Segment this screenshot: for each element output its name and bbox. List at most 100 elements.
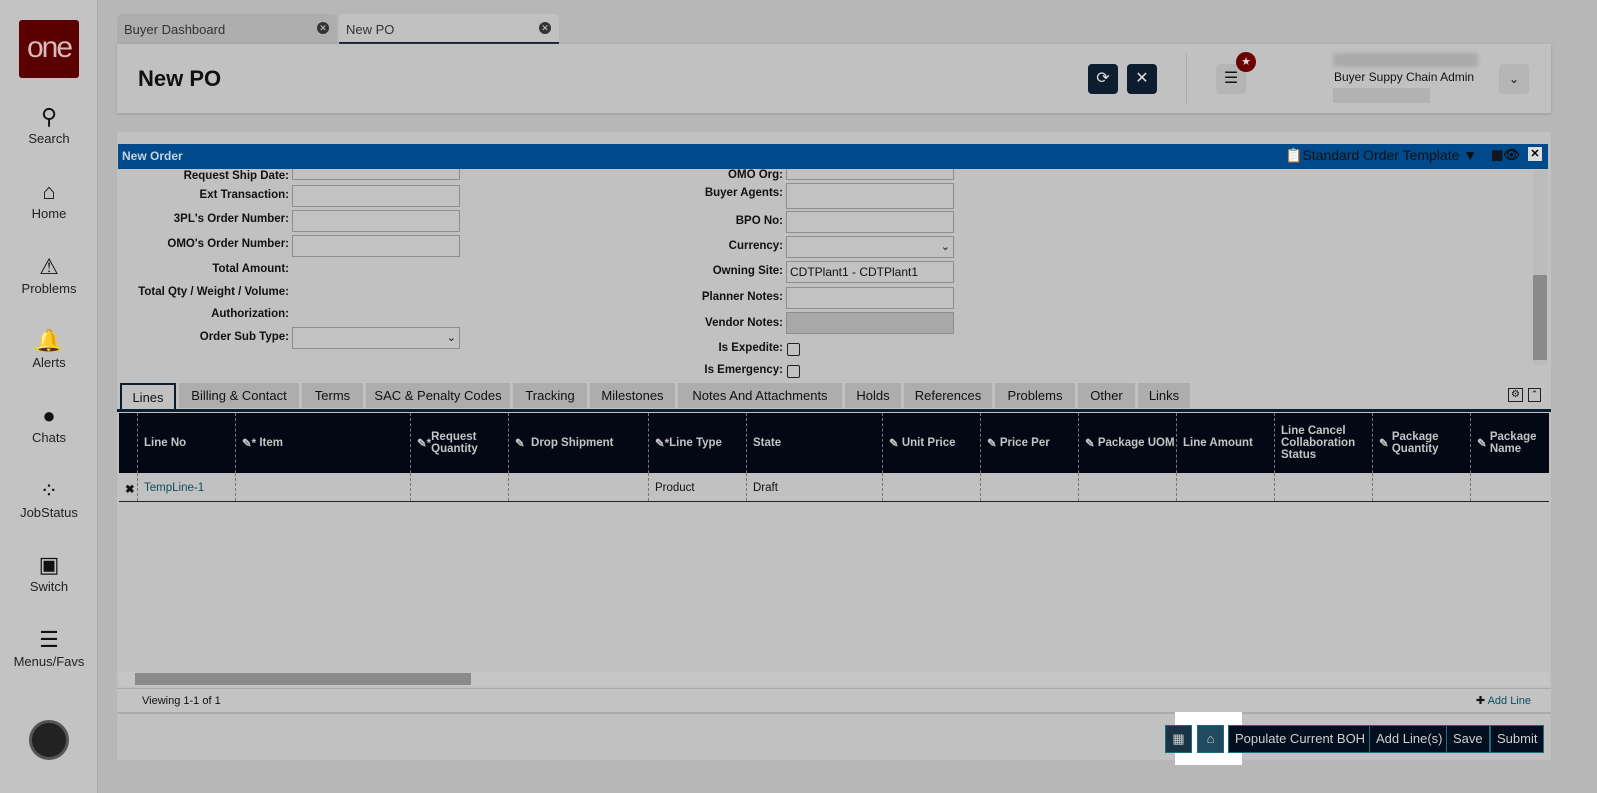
is-expedite-checkbox[interactable] — [787, 343, 800, 356]
tab-terms[interactable]: Terms — [302, 383, 363, 408]
logo[interactable]: one — [19, 20, 79, 78]
cell[interactable] — [508, 473, 648, 501]
nav-chats[interactable]: ● Chats — [0, 402, 98, 445]
close-button[interactable]: ✕ — [1127, 64, 1157, 94]
nav-problems[interactable]: ⚠ Problems — [0, 253, 98, 296]
tab-holds[interactable]: Holds — [845, 383, 901, 408]
3pl-order-number-input[interactable] — [292, 210, 460, 232]
col-line-no[interactable]: Line No — [137, 413, 235, 473]
avatar[interactable] — [29, 720, 69, 760]
col-package-quantity[interactable]: ✎ Package Quantity — [1372, 413, 1470, 473]
template-select[interactable]: 📋Standard Order Template ▼ — [1285, 147, 1477, 164]
cell-line-type[interactable]: Product — [648, 473, 746, 501]
menu-icon: ☰ — [39, 627, 59, 652]
tab-lines[interactable]: Lines — [120, 383, 176, 410]
col-package-uom[interactable]: ✎ Package UOM — [1078, 413, 1176, 473]
field-label: Currency: — [728, 240, 783, 252]
nav-search[interactable]: ⚲ Search — [0, 103, 98, 146]
nav-menus-favs[interactable]: ☰ Menus/Favs — [0, 626, 98, 669]
nav-label: Home — [31, 206, 67, 221]
col-label: Request Quantity — [431, 431, 478, 455]
line-no-link[interactable]: TempLine-1 — [137, 473, 235, 501]
hierarchy-icon[interactable]: ▦👁 — [1491, 147, 1520, 163]
field-label: Request Ship Date: — [183, 170, 289, 182]
ext-transaction-input[interactable] — [292, 185, 460, 207]
col-line-type[interactable]: ✎* Line Type — [648, 413, 746, 473]
tab-sac-penalty-codes[interactable]: SAC & Penalty Codes — [366, 383, 510, 408]
warehouse-button[interactable]: ⌂ — [1197, 725, 1224, 753]
cell[interactable] — [1470, 473, 1549, 501]
tab-label: Buyer Dashboard — [124, 22, 226, 37]
col-unit-price[interactable]: ✎ Unit Price — [882, 413, 980, 473]
nav-switch[interactable]: ▣ Switch — [0, 551, 98, 594]
grid-settings-icon[interactable]: ⚙ — [1508, 388, 1523, 402]
tab-problems[interactable]: Problems — [995, 383, 1075, 408]
order-sub-type-select[interactable]: ⌄ — [292, 327, 460, 349]
cell[interactable] — [1078, 473, 1176, 501]
cell[interactable] — [1372, 473, 1470, 501]
add-line-label: Add Line — [1487, 695, 1531, 707]
col-request-quantity[interactable]: ✎* Request Quantity — [410, 413, 508, 473]
form-scrollbar[interactable] — [1533, 170, 1547, 365]
buyer-agents-input[interactable] — [786, 183, 954, 209]
omo-order-number-input[interactable] — [292, 235, 460, 257]
cell[interactable] — [410, 473, 508, 501]
col-package-name[interactable]: ✎ Package Name — [1470, 413, 1549, 473]
col-drop-shipment[interactable]: ✎ Drop Shipment — [508, 413, 648, 473]
cell[interactable] — [980, 473, 1078, 501]
add-line-link[interactable]: ✚ Add Line — [1476, 694, 1531, 707]
tab-tracking[interactable]: Tracking — [513, 383, 587, 408]
save-button[interactable]: Save — [1446, 725, 1490, 753]
tab-buyer-dashboard[interactable]: Buyer Dashboard ✕ — [117, 14, 337, 44]
cell — [1176, 473, 1274, 501]
cell[interactable] — [235, 473, 410, 501]
col-price-per[interactable]: ✎ Price Per — [980, 413, 1078, 473]
tab-billing-contact[interactable]: Billing & Contact — [179, 383, 299, 408]
collapse-icon[interactable]: ⌃ — [1528, 388, 1541, 402]
nav-alerts[interactable]: 🔔 Alerts — [0, 327, 98, 370]
col-line-amount[interactable]: Line Amount — [1176, 413, 1274, 473]
request-ship-date-input[interactable] — [292, 169, 460, 180]
tab-references[interactable]: References — [904, 383, 992, 408]
tab-milestones[interactable]: Milestones — [590, 383, 675, 408]
field-label: Is Expedite: — [718, 342, 783, 354]
nav-home[interactable]: ⌂ Home — [0, 178, 98, 221]
add-lines-button[interactable]: Add Line(s) — [1369, 725, 1450, 753]
close-tab-icon[interactable]: ✕ — [539, 22, 551, 34]
horizontal-scrollbar[interactable] — [119, 672, 1549, 686]
tab-links[interactable]: Links — [1138, 383, 1190, 408]
col-state[interactable]: State — [746, 413, 882, 473]
tab-other[interactable]: Other — [1078, 383, 1135, 408]
close-tab-icon[interactable]: ✕ — [317, 22, 329, 34]
edit-icon: ✎ — [1085, 438, 1098, 450]
plus-circle-icon: ✚ — [1475, 695, 1486, 707]
is-emergency-checkbox[interactable] — [787, 365, 800, 378]
currency-select[interactable]: ⌄ — [786, 236, 954, 258]
template-label: Standard Order Template — [1302, 147, 1460, 163]
close-form-icon[interactable]: ✕ — [1528, 147, 1542, 161]
nav-label: Chats — [32, 430, 66, 445]
tab-new-po[interactable]: New PO ✕ — [339, 14, 559, 44]
col-label: Package Name — [1489, 431, 1537, 455]
owning-site-input[interactable]: CDTPlant1 - CDTPlant1 — [786, 261, 954, 283]
col-item[interactable]: ✎* Item — [235, 413, 410, 473]
col-line-cancel-status[interactable]: Line Cancel Collaboration Status — [1274, 413, 1372, 473]
tab-notes-attachments[interactable]: Notes And Attachments — [678, 383, 842, 408]
omo-org-input[interactable] — [786, 169, 954, 180]
populate-current-boh-button[interactable]: Populate Current BOH — [1228, 725, 1373, 753]
edit-icon: ✎ — [1379, 438, 1392, 450]
planner-notes-input[interactable] — [786, 287, 954, 309]
nav-jobstatus[interactable]: ⁘ JobStatus — [0, 477, 98, 520]
submit-button[interactable]: Submit — [1490, 725, 1545, 753]
order-panel: New Order 📋Standard Order Template ▼ ▦👁 … — [117, 132, 1551, 765]
refresh-button[interactable]: ⟳ — [1088, 64, 1118, 94]
page-header: New PO ⟳ ✕ ☰ ★ Buyer Suppy Chain Admin ⌄ — [117, 44, 1551, 113]
user-dropdown-button[interactable]: ⌄ — [1499, 64, 1529, 94]
calculator-button[interactable]: ▦ — [1165, 725, 1192, 753]
field-label: OMO's Order Number: — [167, 238, 289, 250]
home-icon: ⌂ — [42, 179, 56, 204]
bpo-no-input[interactable] — [786, 211, 954, 233]
cell[interactable] — [882, 473, 980, 501]
nav-label: JobStatus — [20, 505, 78, 520]
delete-row-icon[interactable]: ✖ — [119, 473, 137, 501]
